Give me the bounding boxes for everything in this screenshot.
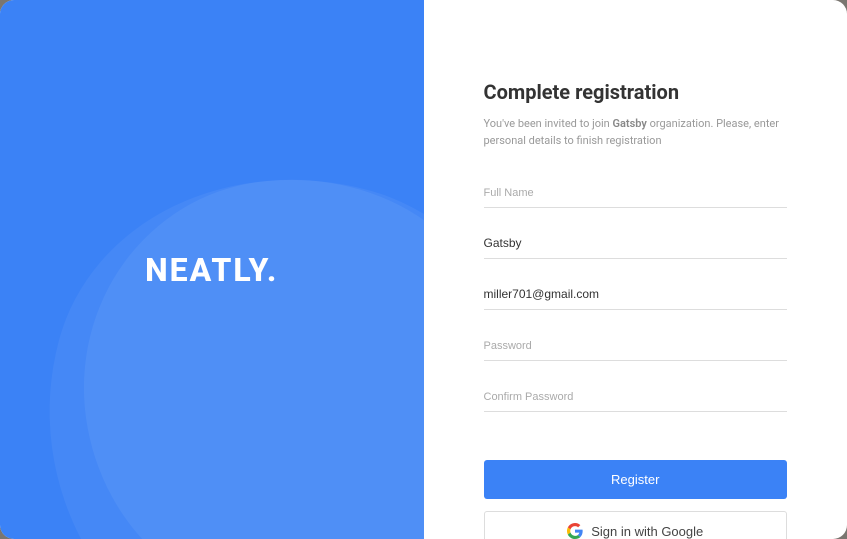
email-group <box>484 279 788 310</box>
page-subtitle: You've been invited to join Gatsby organ… <box>484 116 788 149</box>
email-field[interactable] <box>484 279 788 310</box>
password-field[interactable] <box>484 330 788 361</box>
brand-panel: NEATLY. <box>0 0 424 539</box>
brand-logo: NEATLY. <box>145 251 278 289</box>
register-button[interactable]: Register <box>484 460 788 499</box>
page-title: Complete registration <box>484 80 788 104</box>
google-signin-button[interactable]: Sign in with Google <box>484 511 788 539</box>
google-icon <box>567 523 583 539</box>
confirm-password-group <box>484 381 788 412</box>
fullname-field[interactable] <box>484 177 788 208</box>
subtitle-org: Gatsby <box>612 117 646 130</box>
fullname-group <box>484 177 788 208</box>
confirm-password-field[interactable] <box>484 381 788 412</box>
password-group <box>484 330 788 361</box>
organization-field[interactable] <box>484 228 788 259</box>
organization-group <box>484 228 788 259</box>
registration-container: NEATLY. Complete registration You've bee… <box>0 0 847 539</box>
subtitle-prefix: You've been invited to join <box>484 117 613 130</box>
google-button-label: Sign in with Google <box>591 524 703 539</box>
form-panel: Complete registration You've been invite… <box>424 0 847 539</box>
decorative-wave-2 <box>0 123 424 539</box>
